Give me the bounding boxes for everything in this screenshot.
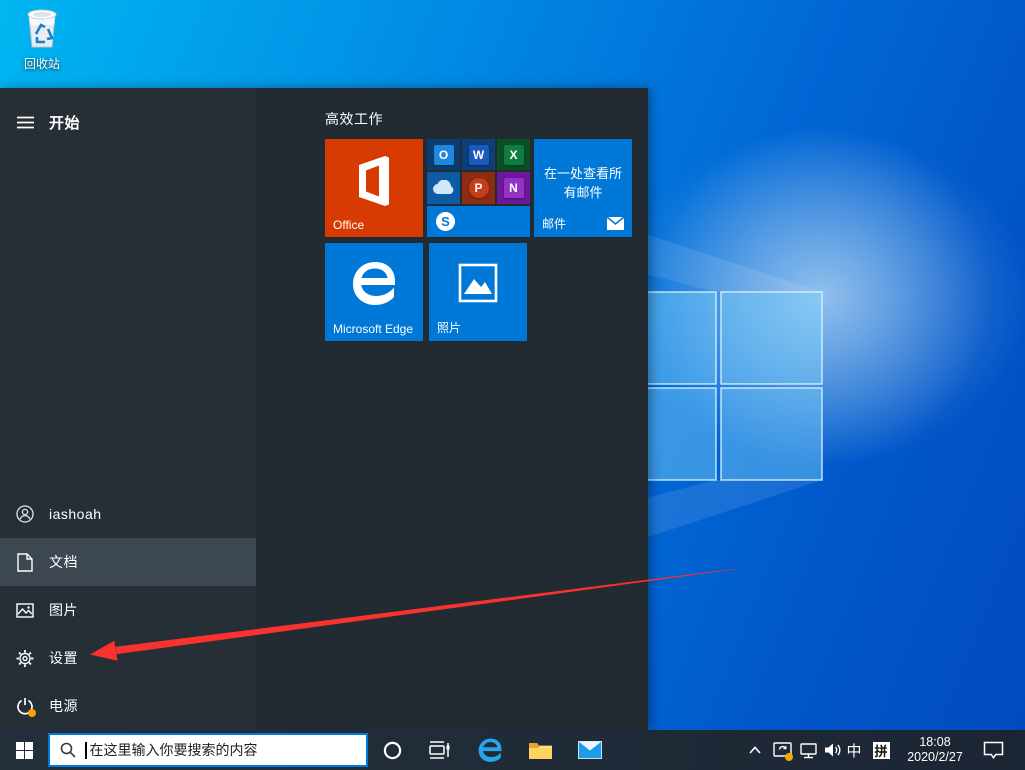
- tile-group-office-apps: O W X P N S: [427, 139, 530, 237]
- ime-mode-indicator: 中: [846, 742, 862, 760]
- taskbar-edge-button[interactable]: [470, 730, 510, 770]
- tile-skype[interactable]: S: [427, 205, 530, 237]
- update-badge: [784, 752, 793, 761]
- task-view-button[interactable]: [420, 730, 460, 770]
- start-menu-header: 开始: [0, 98, 256, 146]
- mail-tile-label: 邮件: [542, 217, 567, 231]
- sidebar-power-label: 电源: [49, 698, 78, 714]
- user-icon: [16, 504, 34, 524]
- tile-mail[interactable]: 在一处查看所有邮件 邮件: [534, 139, 632, 237]
- windows-logo-icon: [15, 741, 33, 759]
- start-button[interactable]: [0, 730, 48, 770]
- action-center-button[interactable]: [975, 730, 1011, 770]
- tile-excel[interactable]: X: [497, 139, 530, 171]
- ime-mode-button[interactable]: 中: [843, 730, 865, 770]
- taskbar: 中 拼 18:08 2020/2/27: [0, 730, 1025, 770]
- tile-group-title: 高效工作: [325, 111, 383, 127]
- chevron-up-icon: [749, 746, 761, 754]
- tray-expand-button[interactable]: [743, 730, 767, 770]
- mail-tile-headline: 在一处查看所有邮件: [543, 166, 622, 200]
- tile-onenote[interactable]: N: [497, 172, 530, 204]
- edge-taskbar-icon: [478, 738, 502, 762]
- excel-icon: X: [503, 144, 524, 165]
- sidebar-item-documents[interactable]: 文档: [0, 538, 256, 586]
- outlook-icon: O: [433, 144, 454, 165]
- windows-update-icon: [772, 741, 793, 761]
- speaker-icon: [824, 743, 840, 757]
- photos-icon: [458, 263, 498, 303]
- edge-tile-label: Microsoft Edge: [333, 322, 414, 336]
- start-menu: 开始 iashoah 文档 图片 设置 电源 高效工作 Office O W X…: [0, 88, 648, 730]
- tile-onedrive[interactable]: [427, 172, 460, 204]
- sidebar-settings-label: 设置: [49, 650, 78, 666]
- taskbar-clock[interactable]: 18:08 2020/2/27: [895, 730, 975, 770]
- onenote-icon: N: [503, 177, 524, 198]
- search-icon: [60, 742, 76, 758]
- tile-powerpoint[interactable]: P: [462, 172, 495, 204]
- office-logo-icon: [359, 156, 389, 206]
- taskbar-search[interactable]: [48, 733, 368, 767]
- recycle-bin-icon[interactable]: 回收站: [12, 5, 72, 72]
- photos-tile-label: 照片: [437, 321, 462, 335]
- recycle-bin-label: 回收站: [23, 57, 60, 71]
- ime-pinyin-button[interactable]: 拼: [869, 730, 893, 770]
- edge-logo-icon: [353, 262, 395, 305]
- word-icon: W: [468, 144, 489, 165]
- desktop: 回收站 开始 iashoah 文档 图片 设置 电源 高效工作 Office O…: [0, 0, 1025, 770]
- sidebar-item-settings[interactable]: 设置: [0, 634, 256, 682]
- power-update-badge: [28, 709, 36, 717]
- pictures-icon: [16, 600, 34, 620]
- file-explorer-icon: [528, 742, 552, 759]
- clock-time: 18:08: [919, 735, 951, 749]
- action-center-icon: [983, 741, 1003, 759]
- gear-icon: [16, 648, 34, 668]
- ime-pinyin-indicator: 拼: [872, 741, 890, 759]
- hamburger-menu-icon[interactable]: [16, 112, 34, 132]
- tray-windows-update-button[interactable]: [769, 730, 795, 770]
- task-view-icon: [429, 741, 450, 759]
- file-explorer-button[interactable]: [520, 730, 560, 770]
- start-menu-title: 开始: [49, 114, 81, 132]
- office-tile-label: Office: [333, 218, 365, 232]
- tile-photos[interactable]: 照片: [429, 243, 527, 341]
- sidebar-documents-label: 文档: [49, 554, 78, 570]
- tile-office[interactable]: Office: [325, 139, 423, 237]
- network-ethernet-icon: [799, 742, 817, 758]
- sidebar-item-user[interactable]: iashoah: [0, 490, 256, 538]
- sidebar-item-pictures[interactable]: 图片: [0, 586, 256, 634]
- search-input[interactable]: [86, 735, 366, 765]
- tray-network-button[interactable]: [795, 730, 821, 770]
- cortana-icon: [383, 741, 401, 759]
- powerpoint-icon: P: [468, 177, 489, 198]
- tile-word[interactable]: W: [462, 139, 495, 171]
- tile-microsoft-edge[interactable]: Microsoft Edge: [325, 243, 423, 341]
- recycle-bin-glyph: [27, 9, 57, 48]
- tile-outlook[interactable]: O: [427, 139, 460, 171]
- sidebar-user-label: iashoah: [49, 506, 102, 522]
- mail-envelope-icon: [607, 217, 624, 230]
- clock-date: 2020/2/27: [907, 750, 963, 764]
- mail-app-button[interactable]: [570, 730, 610, 770]
- skype-icon: S: [436, 211, 455, 231]
- cortana-button[interactable]: [372, 730, 412, 770]
- power-icon: [16, 696, 36, 717]
- document-icon: [16, 552, 34, 572]
- sidebar-pictures-label: 图片: [49, 602, 78, 618]
- mail-taskbar-icon: [578, 741, 602, 759]
- sidebar-item-power[interactable]: 电源: [0, 682, 256, 730]
- cloud-icon: [432, 180, 453, 195]
